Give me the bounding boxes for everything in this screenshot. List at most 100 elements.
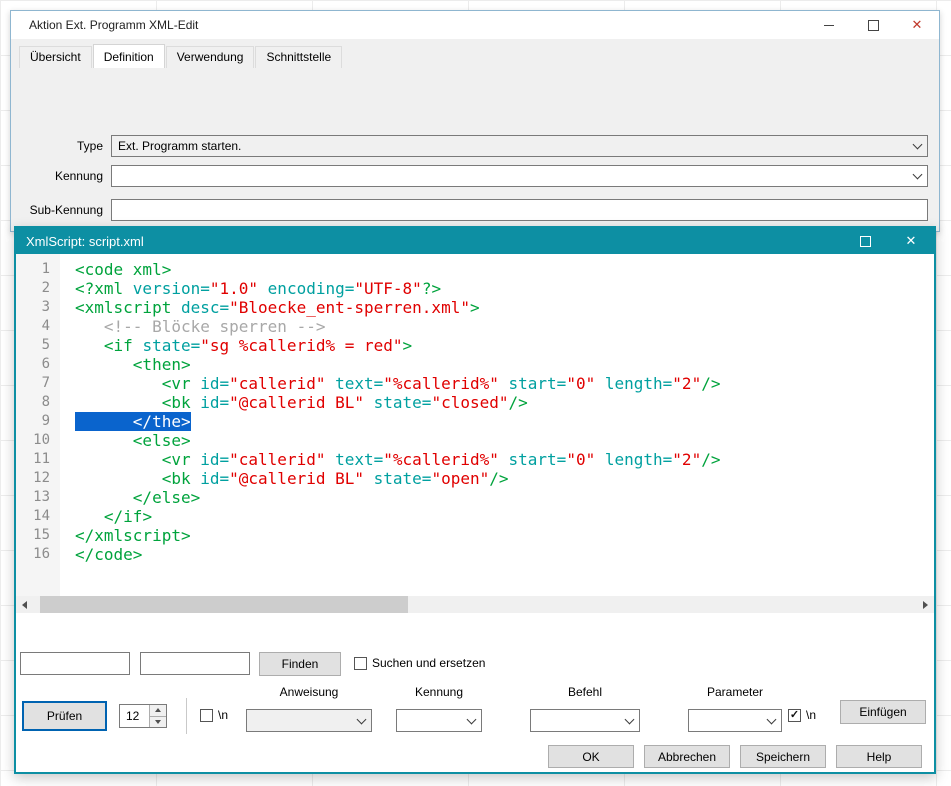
anweisung-label: Anweisung <box>246 685 372 699</box>
sub-kennung-label: Sub-Kennung <box>11 203 103 217</box>
chevron-down-icon <box>908 137 926 155</box>
type-dropdown[interactable]: Ext. Programm starten. <box>111 135 928 157</box>
checkbox-icon <box>354 657 367 670</box>
line-number: 4 <box>16 317 60 336</box>
kennung-toolbar-dropdown[interactable] <box>396 709 482 732</box>
kennung-dd-label: Kennung <box>396 685 482 699</box>
code-line[interactable]: <?xml version="1.0" encoding="UTF-8"?> <box>75 279 934 298</box>
dialog-title: Aktion Ext. Programm XML-Edit <box>29 18 198 32</box>
scrollbar-thumb[interactable] <box>40 596 408 613</box>
code-line[interactable]: <code xml> <box>75 260 934 279</box>
type-value: Ext. Programm starten. <box>118 139 241 153</box>
dialog-titlebar[interactable]: Aktion Ext. Programm XML-Edit ✕ <box>11 11 939 39</box>
type-label: Type <box>11 139 103 153</box>
code-line[interactable]: <vr id="callerid" text="%callerid%" star… <box>75 374 934 393</box>
code-line[interactable]: <bk id="@callerid BL" state="open"/> <box>75 469 934 488</box>
search-replace-checkbox[interactable]: Suchen und ersetzen <box>354 656 485 670</box>
kennung-label: Kennung <box>11 169 103 183</box>
code-line[interactable]: </xmlscript> <box>75 526 934 545</box>
tab-verwendung[interactable]: Verwendung <box>166 46 255 68</box>
desktop: Aktion Ext. Programm XML-Edit ✕ Übersich… <box>0 0 951 786</box>
line-number: 13 <box>16 488 60 507</box>
code-line[interactable]: <bk id="@callerid BL" state="closed"/> <box>75 393 934 412</box>
xmlscript-window: XmlScript: script.xml ✕ 1234567891011121… <box>14 226 936 774</box>
code-line[interactable]: </if> <box>75 507 934 526</box>
befehl-toolbar-dropdown[interactable] <box>530 709 640 732</box>
line-number: 14 <box>16 507 60 526</box>
code-line[interactable]: </else> <box>75 488 934 507</box>
newline-right-label: \n <box>806 708 816 722</box>
tab-schnittstelle[interactable]: Schnittstelle <box>255 46 342 68</box>
code-line[interactable]: <xmlscript desc="Bloecke_ent-sperren.xml… <box>75 298 934 317</box>
chevron-down-icon <box>908 167 926 185</box>
definition-form: Type Ext. Programm starten. Kennung Sub-… <box>11 68 939 231</box>
newline-right-checkbox[interactable]: \n <box>788 708 816 722</box>
spin-up-icon[interactable] <box>149 705 166 716</box>
anweisung-dropdown[interactable] <box>246 709 372 732</box>
parameter-toolbar-dropdown[interactable] <box>688 709 782 732</box>
spinner-value: 12 <box>120 709 149 723</box>
spinner-buttons <box>149 705 166 727</box>
cancel-button[interactable]: Abbrechen <box>644 745 730 768</box>
befehl-dd-label: Befehl <box>530 685 640 699</box>
spin-down-icon[interactable] <box>149 716 166 728</box>
xml-code-editor[interactable]: 12345678910111213141516 <code xml><?xml … <box>16 254 934 596</box>
line-number: 5 <box>16 336 60 355</box>
close-icon[interactable]: ✕ <box>895 11 939 39</box>
chevron-down-icon <box>462 711 480 730</box>
kennung-dropdown[interactable] <box>111 165 928 187</box>
line-number: 8 <box>16 393 60 412</box>
newline-left-checkbox[interactable]: \n <box>200 708 228 722</box>
checkbox-icon <box>200 709 213 722</box>
code-line[interactable]: <then> <box>75 355 934 374</box>
line-number: 3 <box>16 298 60 317</box>
insert-button[interactable]: Einfügen <box>840 700 926 724</box>
chevron-down-icon <box>762 711 780 730</box>
code-line[interactable]: <vr id="callerid" text="%callerid%" star… <box>75 450 934 469</box>
line-number: 10 <box>16 431 60 450</box>
code-line[interactable]: <else> <box>75 431 934 450</box>
line-number: 9 <box>16 412 60 431</box>
parameter-dd-label: Parameter <box>688 685 782 699</box>
search-input-2[interactable] <box>140 652 250 675</box>
line-number: 6 <box>16 355 60 374</box>
find-button[interactable]: Finden <box>259 652 341 676</box>
maximize-icon[interactable] <box>842 228 888 254</box>
check-button[interactable]: Prüfen <box>22 701 107 731</box>
checkbox-icon <box>788 709 801 722</box>
line-number: 2 <box>16 279 60 298</box>
action-ext-programm-dialog: Aktion Ext. Programm XML-Edit ✕ Übersich… <box>10 10 940 232</box>
line-number: 11 <box>16 450 60 469</box>
newline-left-label: \n <box>218 708 228 722</box>
help-button[interactable]: Help <box>836 745 922 768</box>
line-number: 16 <box>16 545 60 564</box>
maximize-icon[interactable] <box>851 11 895 39</box>
chevron-down-icon <box>352 711 370 730</box>
code-line[interactable]: <if state="sg %callerid% = red"> <box>75 336 934 355</box>
horizontal-scrollbar[interactable] <box>16 596 934 613</box>
search-input-1[interactable] <box>20 652 130 675</box>
tab-bar: ÜbersichtDefinitionVerwendungSchnittstel… <box>19 44 929 69</box>
line-number-spinner[interactable]: 12 <box>119 704 167 728</box>
scroll-left-icon[interactable] <box>16 596 33 613</box>
line-number-gutter: 12345678910111213141516 <box>16 254 60 596</box>
line-number: 7 <box>16 374 60 393</box>
search-replace-label: Suchen und ersetzen <box>372 656 485 670</box>
ok-button[interactable]: OK <box>548 745 634 768</box>
sub-kennung-input[interactable] <box>111 199 928 221</box>
xmlscript-title: XmlScript: script.xml <box>26 234 144 249</box>
tab-uebersicht[interactable]: Übersicht <box>19 46 92 68</box>
minimize-icon[interactable] <box>807 11 851 39</box>
xmlscript-content: 12345678910111213141516 <code xml><?xml … <box>16 254 934 772</box>
line-number: 12 <box>16 469 60 488</box>
code-pane[interactable]: <code xml><?xml version="1.0" encoding="… <box>60 254 934 596</box>
scroll-right-icon[interactable] <box>917 596 934 613</box>
xmlscript-titlebar[interactable]: XmlScript: script.xml ✕ <box>16 228 934 254</box>
close-icon[interactable]: ✕ <box>888 228 934 254</box>
code-line[interactable]: </the> <box>75 412 934 431</box>
code-line[interactable]: </code> <box>75 545 934 564</box>
code-line[interactable]: <!-- Blöcke sperren --> <box>75 317 934 336</box>
line-number: 15 <box>16 526 60 545</box>
save-button[interactable]: Speichern <box>740 745 826 768</box>
tab-definition[interactable]: Definition <box>93 44 165 69</box>
